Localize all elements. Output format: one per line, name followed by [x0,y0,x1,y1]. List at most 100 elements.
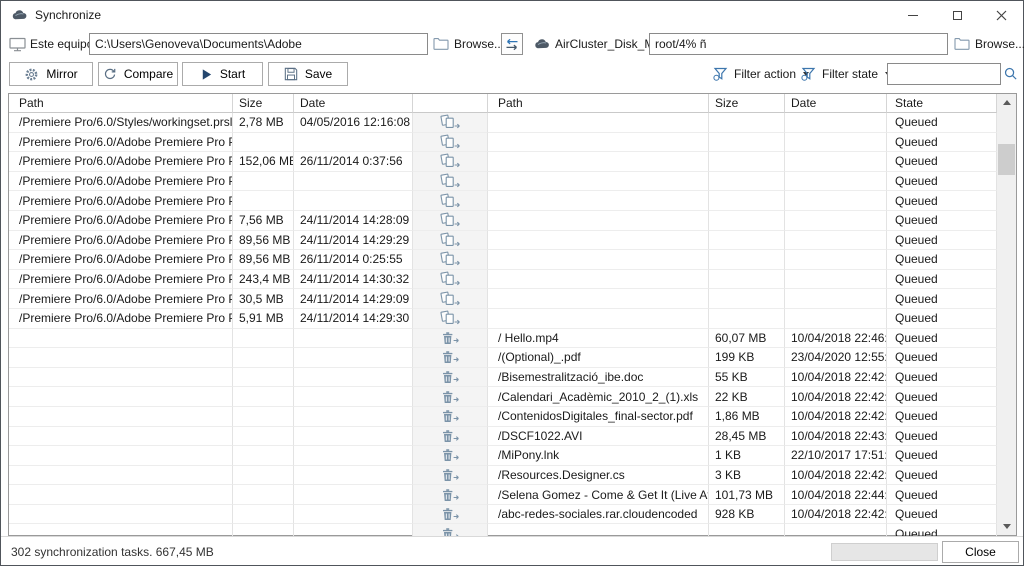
right-size-cell [709,270,785,290]
table-row[interactable]: /Premiere Pro/6.0/Adobe Premiere Pro Pre… [9,289,997,309]
source-path-input[interactable] [89,33,428,55]
action-cell[interactable] [413,329,488,349]
action-cell[interactable] [413,387,488,407]
table-row[interactable]: / Hello.mp4 60,07 MB 10/04/2018 22:46:07… [9,329,997,349]
filter-state-label: Filter state [822,67,878,81]
scroll-up-button[interactable] [997,94,1016,111]
swap-direction-button[interactable] [501,33,523,55]
action-cell[interactable] [413,152,488,172]
left-path-cell: /Premiere Pro/6.0/Adobe Premiere Pro Pre… [9,211,233,231]
search-input[interactable] [887,63,1001,85]
table-row[interactable]: /DSCF1022.AVI 28,45 MB 10/04/2018 22:43:… [9,427,997,447]
right-size-cell: 928 KB [709,505,785,525]
right-path-cell [488,152,709,172]
table-header: Path Size Date Path Size Date State [9,94,997,113]
table-row[interactable]: /abc-redes-sociales.rar.cloudencoded 928… [9,505,997,525]
column-header-right-size[interactable]: Size [709,94,785,113]
table-row[interactable]: /MiPony.lnk 1 KB 22/10/2017 17:51:20 Que… [9,446,997,466]
close-window-button[interactable] [979,1,1023,29]
close-button[interactable]: Close [942,541,1019,563]
title-bar: Synchronize [1,1,1023,29]
column-header-left-date[interactable]: Date [294,94,413,113]
filter-state-dropdown[interactable]: Filter state [801,62,891,86]
table-row[interactable]: /Premiere Pro/6.0/Adobe Premiere Pro Pre… [9,133,997,153]
table-row[interactable]: /Premiere Pro/6.0/Adobe Premiere Pro Pre… [9,152,997,172]
table-row[interactable]: /Premiere Pro/6.0/Adobe Premiere Pro Pre… [9,309,997,329]
action-cell[interactable] [413,446,488,466]
scrollbar-thumb[interactable] [998,144,1015,175]
action-cell[interactable] [413,211,488,231]
left-path-cell [9,485,233,505]
table-row[interactable]: /ContenidosDigitales_final-sector.pdf 1,… [9,407,997,427]
column-header-state[interactable]: State [887,94,997,113]
chevron-down-icon [1003,524,1011,529]
column-header-left-size[interactable]: Size [233,94,294,113]
save-button[interactable]: Save [268,62,348,86]
delete-action-icon [439,349,461,365]
mirror-button[interactable]: Mirror [9,62,93,86]
action-cell[interactable] [413,231,488,251]
right-path-cell: / Hello.mp4 [488,329,709,349]
copy-action-icon [439,271,461,287]
column-header-right-path[interactable]: Path [488,94,709,113]
delete-action-icon [439,506,461,522]
right-size-cell [709,113,785,133]
copy-action-icon [439,232,461,248]
action-cell[interactable] [413,524,488,536]
left-size-cell [233,191,294,211]
table-row[interactable]: Queued [9,524,997,536]
action-cell[interactable] [413,368,488,388]
compare-button[interactable]: Compare [98,62,178,86]
table-row[interactable]: /Bisemestralització_ibe.doc 55 KB 10/04/… [9,368,997,388]
action-cell[interactable] [413,172,488,192]
column-header-right-date[interactable]: Date [785,94,887,113]
action-cell[interactable] [413,113,488,133]
table-row[interactable]: /Selena Gomez - Come & Get It (Live At T… [9,485,997,505]
action-cell[interactable] [413,289,488,309]
maximize-button[interactable] [935,1,979,29]
table-row[interactable]: /Premiere Pro/6.0/Adobe Premiere Pro Pre… [9,231,997,251]
table-row[interactable]: /(Optional)_.pdf 199 KB 23/04/2020 12:55… [9,348,997,368]
state-cell: Queued [887,250,997,270]
copy-action-icon [439,251,461,267]
state-cell: Queued [887,133,997,153]
action-cell[interactable] [413,427,488,447]
table-row[interactable]: /Premiere Pro/6.0/Adobe Premiere Pro Pre… [9,191,997,211]
right-path-cell [488,172,709,192]
action-cell[interactable] [413,270,488,290]
action-cell[interactable] [413,407,488,427]
target-browse-button[interactable]: Browse... [954,29,1024,59]
right-date-cell [785,250,887,270]
column-header-left-path[interactable]: Path [9,94,233,113]
action-cell[interactable] [413,250,488,270]
scroll-down-button[interactable] [997,518,1016,535]
right-path-cell: /Calendari_Acadèmic_2010_2_(1).xls [488,387,709,407]
action-cell[interactable] [413,191,488,211]
state-cell: Queued [887,289,997,309]
table-row[interactable]: /Resources.Designer.cs 3 KB 10/04/2018 2… [9,466,997,486]
right-path-cell [488,113,709,133]
target-browse-label: Browse... [975,37,1024,51]
state-cell: Queued [887,368,997,388]
action-cell[interactable] [413,309,488,329]
action-cell[interactable] [413,505,488,525]
action-cell[interactable] [413,348,488,368]
action-cell[interactable] [413,133,488,153]
minimize-button[interactable] [891,1,935,29]
left-date-cell: 24/11/2014 14:29:29 [294,231,413,251]
table-row[interactable]: /Premiere Pro/6.0/Adobe Premiere Pro Pre… [9,250,997,270]
action-cell[interactable] [413,466,488,486]
target-path-input[interactable] [649,33,948,55]
start-button[interactable]: Start [182,62,263,86]
left-path-cell [9,368,233,388]
filter-action-dropdown[interactable]: Filter action [713,62,809,86]
vertical-scrollbar[interactable] [997,94,1016,535]
table-row[interactable]: /Calendari_Acadèmic_2010_2_(1).xls 22 KB… [9,387,997,407]
mirror-label: Mirror [46,67,77,81]
column-header-action[interactable] [413,94,488,113]
table-row[interactable]: /Premiere Pro/6.0/Styles/workingset.prsl… [9,113,997,133]
table-row[interactable]: /Premiere Pro/6.0/Adobe Premiere Pro Pre… [9,172,997,192]
table-row[interactable]: /Premiere Pro/6.0/Adobe Premiere Pro Pre… [9,270,997,290]
table-row[interactable]: /Premiere Pro/6.0/Adobe Premiere Pro Pre… [9,211,997,231]
action-cell[interactable] [413,485,488,505]
